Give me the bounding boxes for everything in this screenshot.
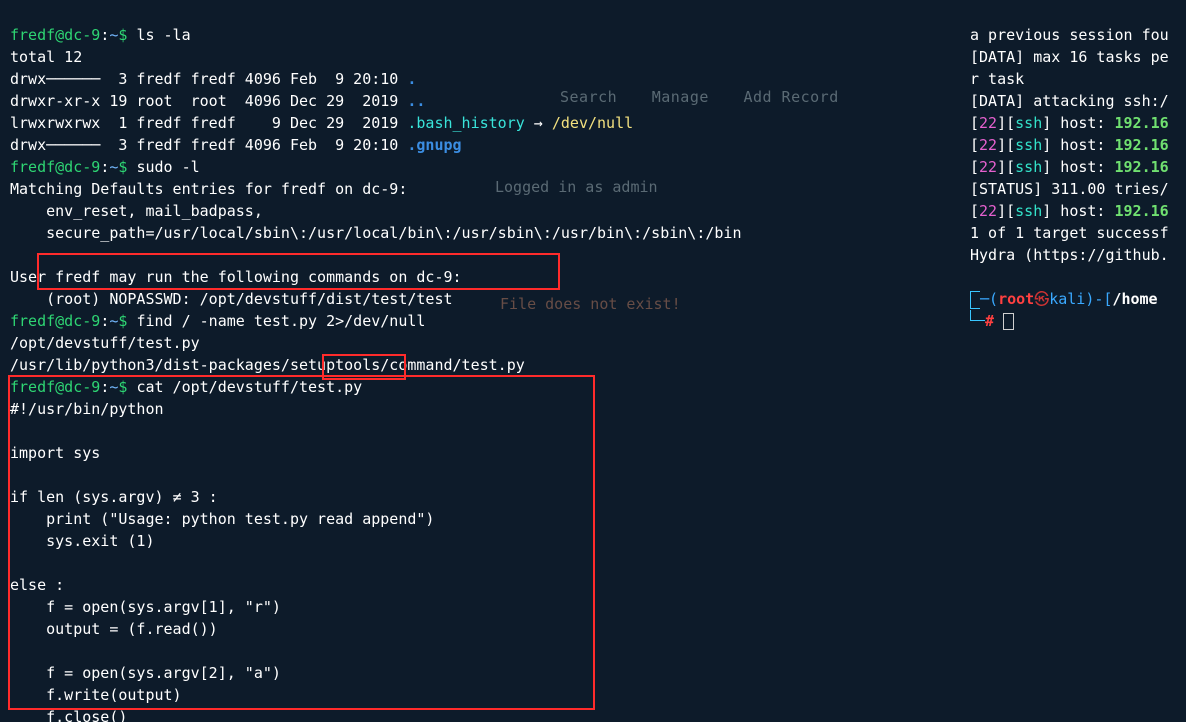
find-out2: /usr/lib/python3/dist-packages/setuptool…	[10, 356, 525, 374]
terminal-screenshot: Search Manage Add Record Logged in as ad…	[0, 0, 1186, 722]
r-status: [STATUS] 311.00 tries/	[970, 180, 1169, 198]
hollow-cursor-icon	[1003, 313, 1014, 330]
left-terminal[interactable]: fredf@dc-9:~$ ls -la total 12 drwx──────…	[10, 2, 742, 722]
r-hash: #	[985, 312, 994, 330]
dir-dot: .	[407, 70, 416, 88]
py-output: output = (f.read())	[10, 620, 218, 638]
link-target: /dev/null	[552, 114, 633, 132]
out-total: total 12	[10, 48, 82, 66]
right-terminal[interactable]: a previous session fou [DATA] max 16 tas…	[970, 2, 1169, 332]
sudo-out3: secure_path=/usr/local/sbin\:/usr/local/…	[10, 224, 742, 242]
r-host: kali	[1049, 290, 1085, 308]
dir-gnupg: .gnupg	[407, 136, 461, 154]
r-data1: [DATA] max 16 tasks pe	[970, 48, 1169, 66]
r-root: root	[998, 290, 1034, 308]
r-target: 1 of 1 target successf	[970, 224, 1169, 242]
sudo-out1: Matching Defaults entries for fredf on d…	[10, 180, 407, 198]
py-close: f.close()	[10, 708, 127, 722]
cmd-sudo: sudo -l	[136, 158, 199, 176]
py-if: if len (sys.argv) ≠ 3 :	[10, 488, 218, 506]
box-corner2-icon	[970, 310, 985, 321]
py-open2: f = open(sys.argv[2], "a")	[10, 664, 281, 682]
r-ip: 192.16	[1115, 114, 1169, 132]
cmd-find: find / -name test.py 2>/dev/null	[136, 312, 425, 330]
sudo-out2: env_reset, mail_badpass,	[10, 202, 263, 220]
sudo-userline: User fredf may run the following command…	[10, 268, 462, 286]
py-else: else :	[10, 576, 64, 594]
dir-dotdot: ..	[407, 92, 425, 110]
r-ssh: ssh	[1015, 114, 1042, 132]
py-write: f.write(output)	[10, 686, 182, 704]
cmd-ls: ls -la	[136, 26, 190, 44]
sudo-nopasswd: (root) NOPASSWD: /opt/devstuff/dist/test…	[10, 290, 453, 308]
py-open1: f = open(sys.argv[1], "r")	[10, 598, 281, 616]
py-import: import sys	[10, 444, 100, 462]
bg-nav-addrecord: Add Record	[743, 88, 838, 106]
py-exit: sys.exit (1)	[10, 532, 155, 550]
r-path: /home	[1112, 290, 1157, 308]
cmd-cat: cat /opt/devstuff/test.py	[136, 378, 362, 396]
py-shebang: #!/usr/bin/python	[10, 400, 164, 418]
py-print: print ("Usage: python test.py read appen…	[10, 510, 434, 528]
box-corner-icon	[970, 291, 980, 309]
r-prev: a previous session fou	[970, 26, 1169, 44]
link-bashhistory: .bash_history	[407, 114, 524, 132]
find-out1: /opt/devstuff/test.py	[10, 334, 200, 352]
r-port: 22	[979, 114, 997, 132]
prompt-user: fredf@dc-9	[10, 26, 100, 44]
r-task: r task	[970, 70, 1024, 88]
r-hydra: Hydra (https://github.	[970, 246, 1169, 264]
r-attack: [DATA] attacking ssh:/	[970, 92, 1169, 110]
